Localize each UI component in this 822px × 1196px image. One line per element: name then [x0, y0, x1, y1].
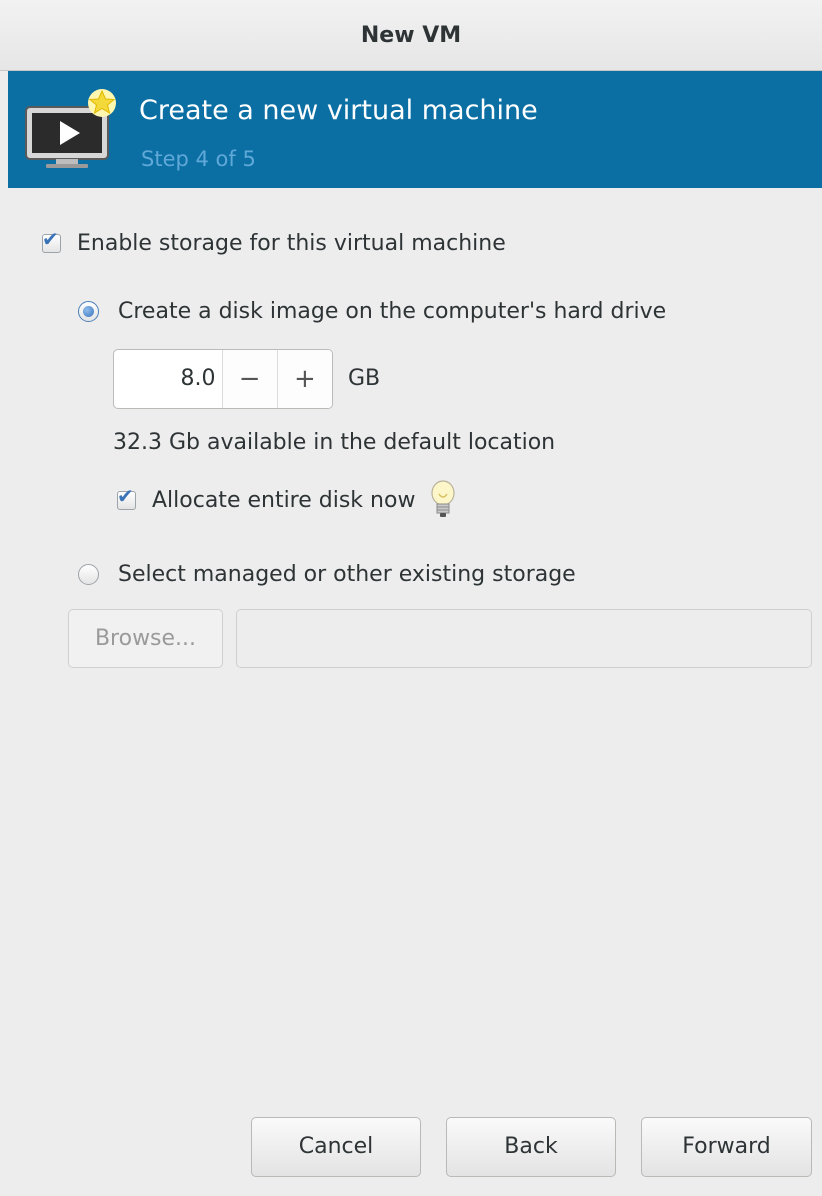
- enable-storage-checkbox-row[interactable]: ✔ Enable storage for this virtual machin…: [42, 229, 506, 256]
- allocate-disk-label: Allocate entire disk now: [152, 487, 416, 513]
- wizard-step-indicator: Step 4 of 5: [141, 147, 256, 171]
- cancel-button[interactable]: Cancel: [251, 1117, 421, 1177]
- enable-storage-checkbox[interactable]: ✔: [42, 229, 61, 253]
- create-disk-radio-row[interactable]: Create a disk image on the computer's ha…: [78, 299, 666, 324]
- existing-storage-radio[interactable]: [78, 564, 99, 585]
- disk-size-spinbutton[interactable]: 8.0 − +: [113, 349, 333, 409]
- decrement-button[interactable]: −: [221, 350, 277, 408]
- disk-size-unit: GB: [348, 366, 381, 391]
- allocate-disk-checkbox[interactable]: ✔: [117, 486, 136, 510]
- vm-monitor-new-icon: [25, 89, 116, 168]
- create-disk-radio[interactable]: [78, 301, 99, 322]
- checkmark-icon: ✔: [42, 227, 59, 251]
- window-title: New VM: [360, 22, 462, 48]
- wizard-header-banner: Create a new virtual machine Step 4 of 5: [8, 71, 822, 188]
- lightbulb-hint-icon[interactable]: [429, 480, 457, 520]
- enable-storage-label: Enable storage for this virtual machine: [77, 231, 506, 256]
- back-button[interactable]: Back: [446, 1117, 616, 1177]
- disk-size-value[interactable]: 8.0: [114, 350, 222, 408]
- available-space-text: 32.3 Gb available in the default locatio…: [113, 430, 556, 455]
- existing-storage-radio-row[interactable]: Select managed or other existing storage: [78, 562, 576, 587]
- wizard-title: Create a new virtual machine: [139, 95, 538, 126]
- existing-storage-label: Select managed or other existing storage: [118, 562, 576, 587]
- create-disk-label: Create a disk image on the computer's ha…: [118, 299, 667, 324]
- window-titlebar: New VM: [0, 0, 822, 71]
- storage-path-field[interactable]: [236, 609, 812, 668]
- allocate-disk-checkbox-row[interactable]: ✔ Allocate entire disk now: [117, 480, 457, 520]
- increment-button[interactable]: +: [276, 350, 332, 408]
- forward-button[interactable]: Forward: [641, 1117, 812, 1177]
- browse-button[interactable]: Browse...: [68, 609, 223, 668]
- checkmark-icon: ✔: [117, 483, 134, 508]
